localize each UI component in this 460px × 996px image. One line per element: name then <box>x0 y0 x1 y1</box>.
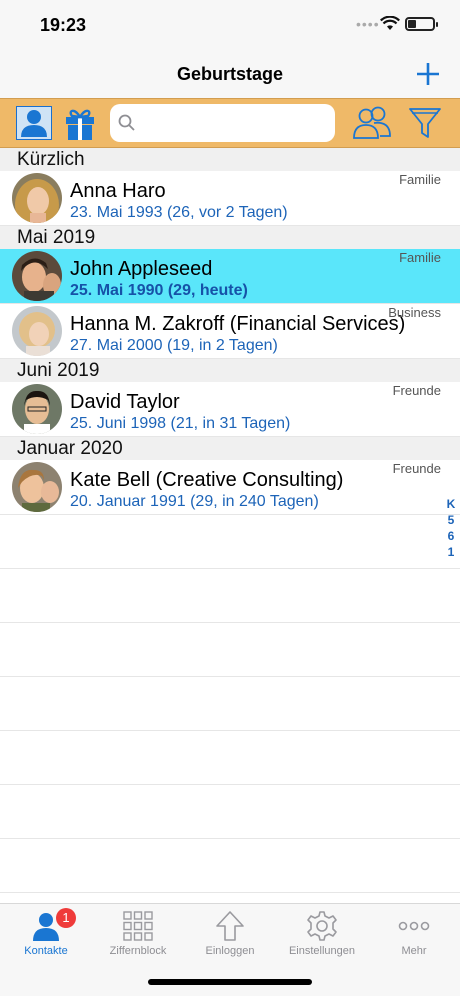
search-field[interactable] <box>110 104 335 142</box>
index-item[interactable]: 5 <box>444 512 458 528</box>
filter-toolbar <box>0 98 460 148</box>
section-header: Kürzlich <box>0 148 460 171</box>
group-icon[interactable] <box>352 105 392 141</box>
section-header: Mai 2019 <box>0 226 460 249</box>
group-label: Familie <box>399 250 441 265</box>
row-separator <box>0 622 460 623</box>
tab-mehr[interactable]: Mehr <box>368 904 460 974</box>
status-bar: 19:23 •••• <box>0 0 460 50</box>
upload-arrow-icon <box>216 911 244 941</box>
group-label: Freunde <box>392 383 441 398</box>
avatar <box>12 384 62 434</box>
row-separator <box>0 676 460 677</box>
contact-name: David Taylor <box>70 391 180 413</box>
plus-icon[interactable] <box>412 58 444 90</box>
tab-einstellungen[interactable]: Einstellungen <box>276 904 368 974</box>
contact-row[interactable]: John Appleseed 25. Mai 1990 (29, heute) … <box>0 249 460 304</box>
tab-label: Einstellungen <box>288 945 356 957</box>
tab-ziffernblock[interactable]: Ziffernblock <box>92 904 184 974</box>
group-label: Business <box>388 305 441 320</box>
group-label: Familie <box>399 172 441 187</box>
gift-icon[interactable] <box>64 105 96 141</box>
contact-name: Hanna M. Zakroff (Financial Services) <box>70 313 406 335</box>
keypad-icon <box>123 911 153 941</box>
page-title: Geburtstage <box>176 64 284 84</box>
avatar <box>12 306 62 356</box>
birthday-date: 20. Januar 1991 (29, in 240 Tagen) <box>70 493 319 510</box>
birthday-date: 23. Mai 1993 (26, vor 2 Tagen) <box>70 204 288 221</box>
home-indicator <box>148 979 312 985</box>
avatar <box>12 251 62 301</box>
person-icon <box>21 110 47 137</box>
search-icon <box>118 114 135 131</box>
status-time: 19:23 <box>40 15 87 35</box>
navigation-bar: Geburtstage <box>0 50 460 98</box>
search-input[interactable] <box>142 104 327 142</box>
birthday-date: 25. Mai 1990 (29, heute) <box>70 282 248 299</box>
signal-icon: •••• <box>356 16 380 32</box>
tab-einloggen[interactable]: Einloggen <box>184 904 276 974</box>
tab-kontakte[interactable]: 1 Kontakte <box>0 904 92 974</box>
contact-row[interactable]: David Taylor 25. Juni 1998 (21, in 31 Ta… <box>0 382 460 437</box>
birthday-date: 25. Juni 1998 (21, in 31 Tagen) <box>70 415 291 432</box>
notification-badge: 1 <box>56 908 76 928</box>
avatar <box>12 462 62 512</box>
contacts-filter-button[interactable] <box>16 106 52 140</box>
index-item[interactable]: 6 <box>444 528 458 544</box>
index-item[interactable]: 1 <box>444 544 458 560</box>
tab-label: Einloggen <box>205 945 255 957</box>
row-separator <box>0 730 460 731</box>
birthday-list: Kürzlich Anna Haro 23. Mai 1993 (26, vor… <box>0 148 460 515</box>
contact-row[interactable]: Hanna M. Zakroff (Financial Services) 27… <box>0 304 460 359</box>
avatar <box>12 173 62 223</box>
row-separator <box>0 568 460 569</box>
section-header: Juni 2019 <box>0 359 460 382</box>
filter-icon[interactable] <box>408 105 442 141</box>
row-separator <box>0 892 460 893</box>
group-label: Freunde <box>392 461 441 476</box>
tab-label: Mehr <box>401 945 427 957</box>
tab-label: Ziffernblock <box>109 945 167 957</box>
wifi-icon <box>380 16 400 30</box>
section-index[interactable]: K 5 6 1 <box>444 496 458 560</box>
row-separator <box>0 838 460 839</box>
contact-name: John Appleseed <box>70 258 213 280</box>
contact-name: Kate Bell (Creative Consulting) <box>70 469 344 491</box>
contact-name: Anna Haro <box>70 180 166 202</box>
index-item[interactable]: K <box>444 496 458 512</box>
more-dots-icon <box>398 921 430 931</box>
gear-icon <box>307 911 337 941</box>
contact-row[interactable]: Kate Bell (Creative Consulting) 20. Janu… <box>0 460 460 515</box>
row-separator <box>0 784 460 785</box>
tab-label: Kontakte <box>24 945 68 957</box>
birthday-date: 27. Mai 2000 (19, in 2 Tagen) <box>70 337 278 354</box>
section-header: Januar 2020 <box>0 437 460 460</box>
battery-icon <box>405 17 438 31</box>
contact-row[interactable]: Anna Haro 23. Mai 1993 (26, vor 2 Tagen)… <box>0 171 460 226</box>
